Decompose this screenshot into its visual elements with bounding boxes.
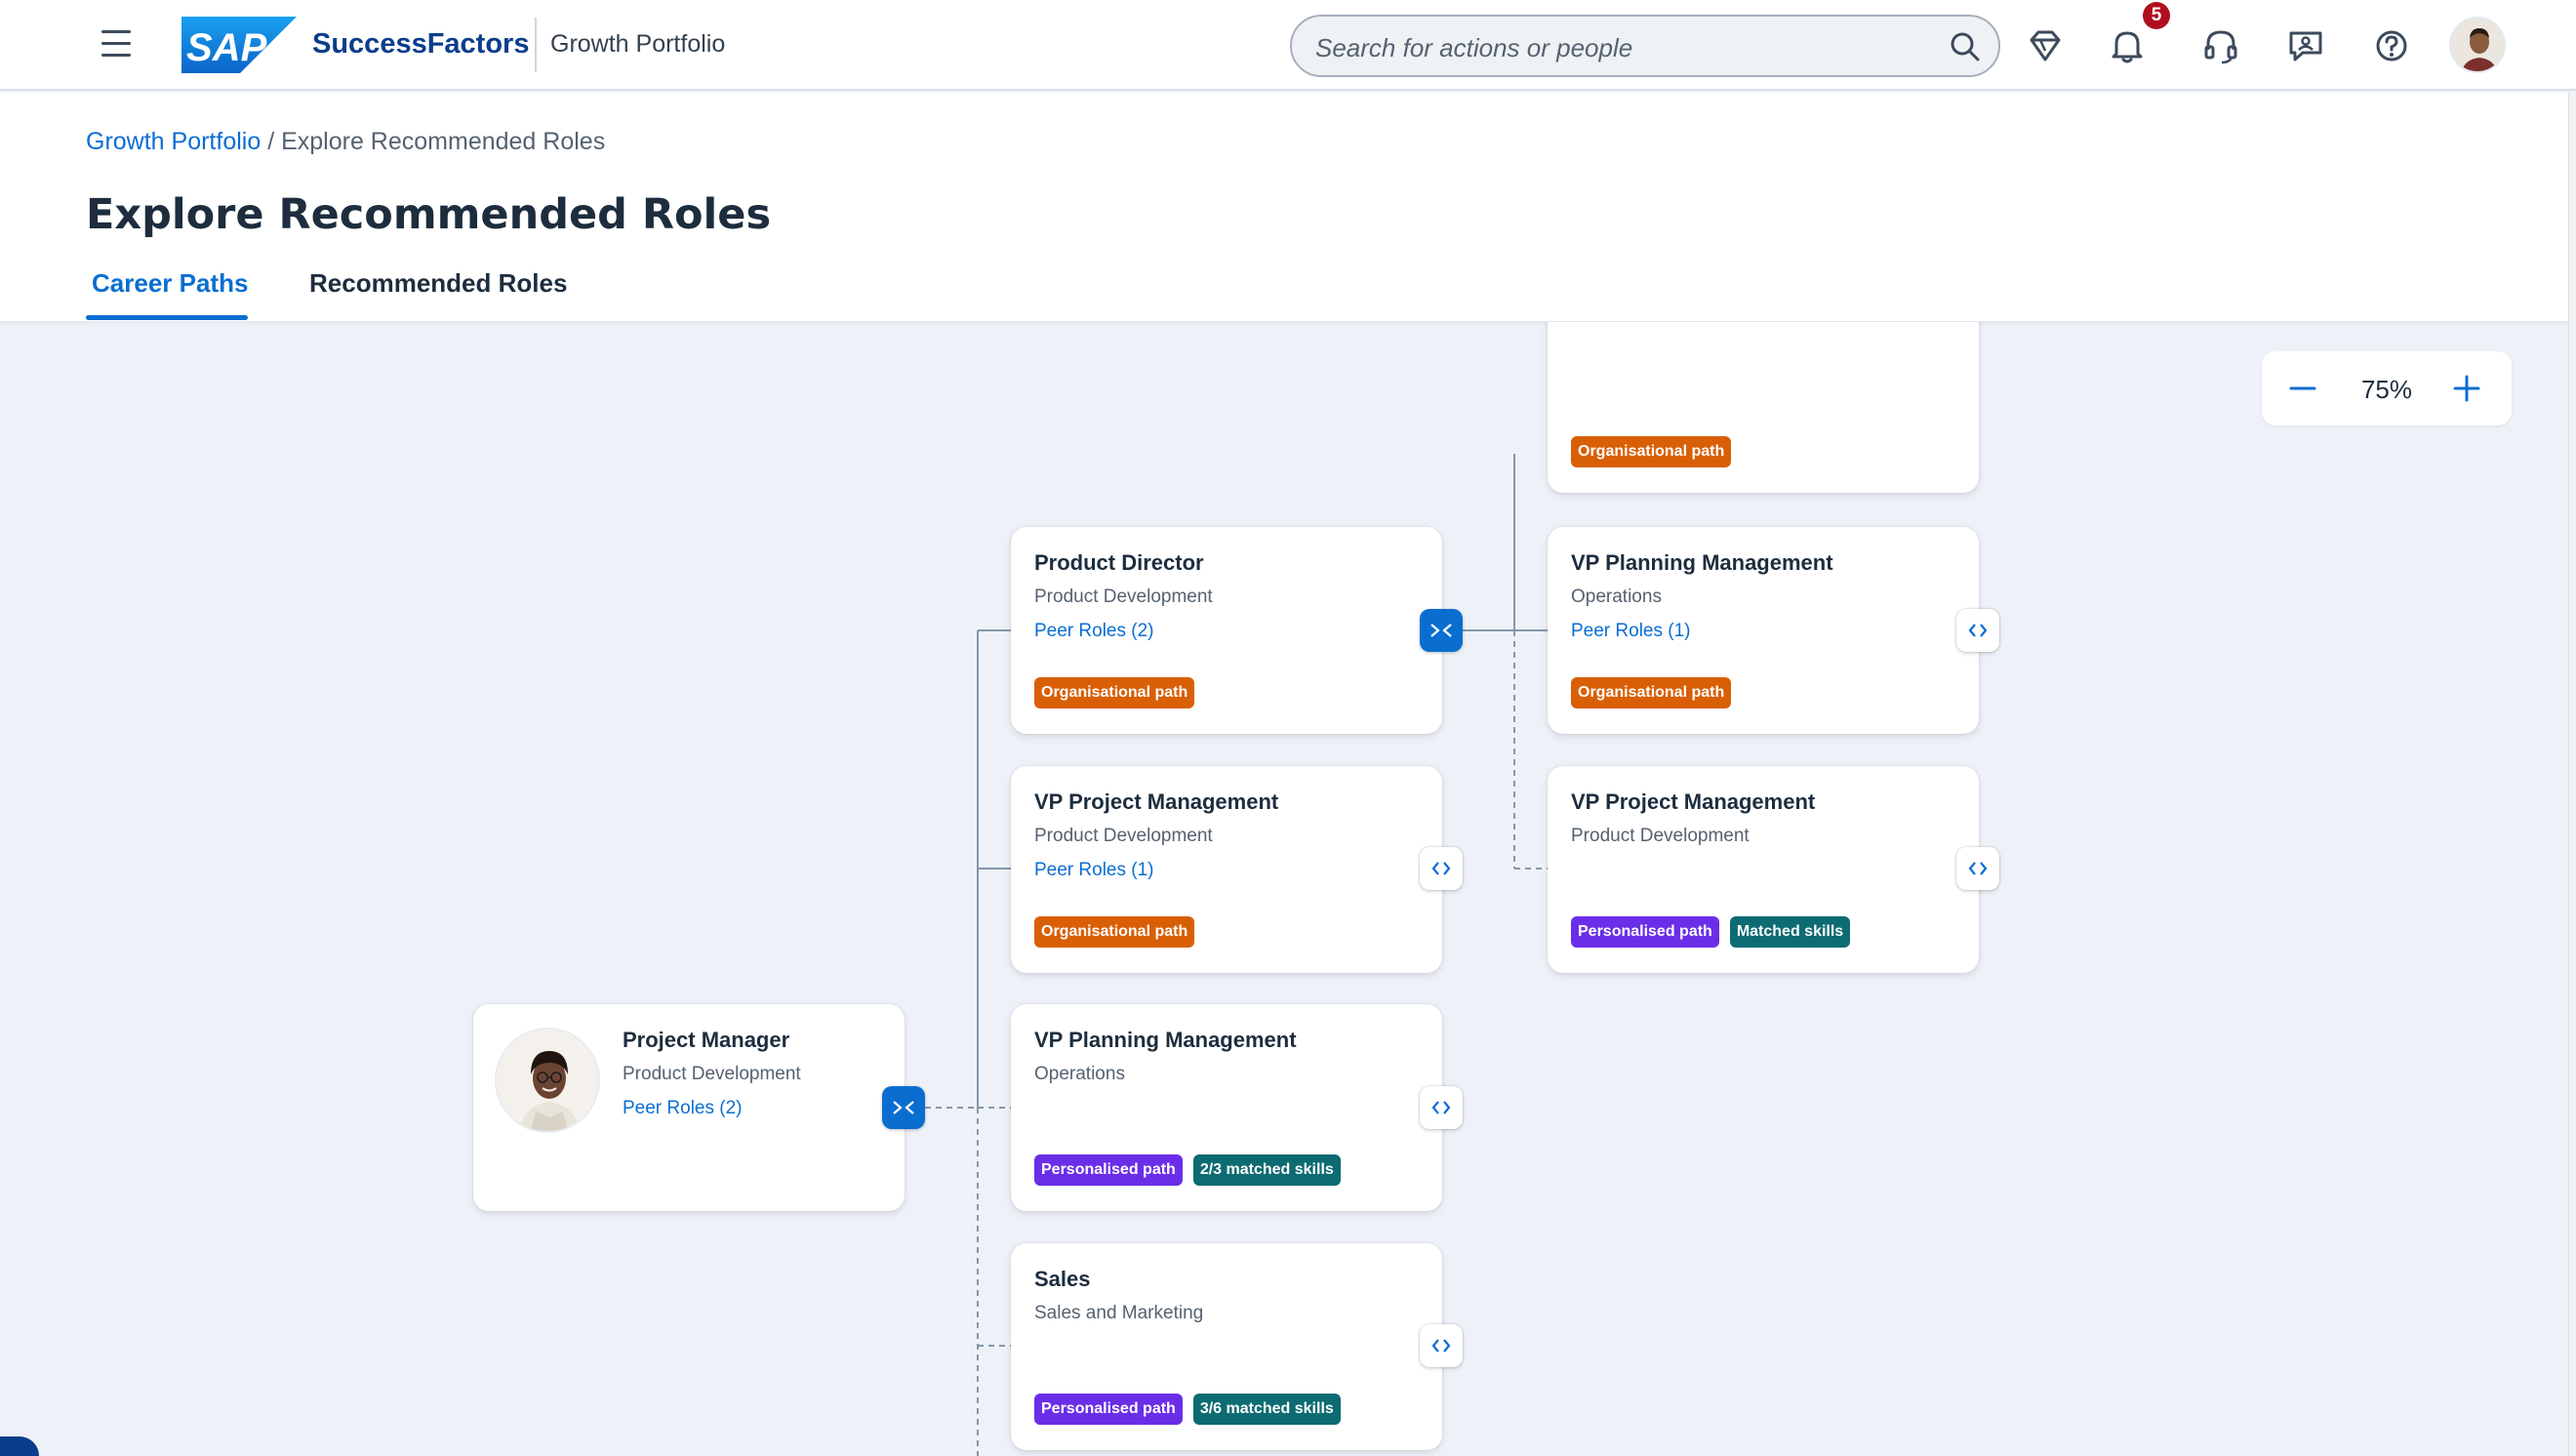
expand-node-button[interactable]	[1956, 847, 1999, 890]
role-card-vp-planning-management[interactable]: VP Planning Management Operations Person…	[1011, 1004, 1442, 1211]
sap-logo[interactable]: SAP	[181, 17, 297, 73]
role-title: Project Manager	[623, 1028, 790, 1052]
breadcrumb: Growth Portfolio / Explore Recommended R…	[86, 128, 605, 156]
avatar	[495, 1028, 600, 1133]
peer-roles-link[interactable]: Peer Roles (2)	[1034, 621, 1154, 642]
organisational-path-tag: Organisational path	[1034, 916, 1195, 948]
expand-arrows-icon	[1968, 862, 1988, 875]
zoom-level: 75%	[2360, 375, 2413, 404]
personalised-path-tag: Personalised path	[1034, 1154, 1183, 1186]
personalised-path-tag: Personalised path	[1034, 1394, 1183, 1425]
person-photo-icon	[497, 1030, 598, 1131]
matched-skills-tag: 2/3 matched skills	[1192, 1154, 1341, 1186]
role-title: VP Planning Management	[1571, 550, 1833, 575]
menu-icon[interactable]	[96, 30, 139, 63]
role-title: Product Director	[1034, 550, 1204, 575]
expand-arrows-icon	[1431, 862, 1451, 875]
expand-node-button[interactable]	[1420, 847, 1463, 890]
role-department: Product Development	[1571, 826, 1750, 846]
zoom-control: 75%	[2262, 351, 2512, 425]
vertical-scrollbar[interactable]	[2568, 93, 2576, 1456]
role-department: Product Development	[623, 1064, 801, 1084]
expand-node-button[interactable]	[1956, 609, 1999, 652]
bell-icon[interactable]	[2105, 23, 2150, 68]
user-avatar[interactable]	[2449, 17, 2506, 73]
role-department: Operations	[1034, 1064, 1125, 1084]
zoom-in-icon[interactable]	[2447, 369, 2486, 408]
app-title: Growth Portfolio	[550, 30, 726, 58]
diamond-icon[interactable]	[2023, 23, 2068, 68]
role-title: VP Planning Management	[1034, 1028, 1297, 1052]
peer-roles-link[interactable]: Peer Roles (1)	[1571, 621, 1691, 642]
role-title: VP Project Management	[1034, 789, 1279, 814]
role-card-sales[interactable]: Sales Sales and Marketing Personalised p…	[1011, 1243, 1442, 1450]
search-placeholder: Search for actions or people	[1315, 33, 1633, 62]
user-avatar-icon	[2451, 19, 2504, 71]
expand-arrows-icon	[1431, 1101, 1451, 1114]
zoom-out-icon[interactable]	[2283, 369, 2322, 408]
collapse-node-button[interactable]	[882, 1086, 925, 1129]
shell-divider	[535, 18, 537, 72]
matched-skills-tag: Matched skills	[1729, 916, 1851, 948]
chat-icon[interactable]	[2283, 23, 2328, 68]
role-card-vp-project-management[interactable]: VP Project Management Product Developmen…	[1011, 766, 1442, 973]
shell-bar: SAP SuccessFactors Growth Portfolio Sear…	[0, 0, 2576, 91]
organisational-path-tag: Organisational path	[1571, 677, 1732, 708]
expand-node-button[interactable]	[1420, 1324, 1463, 1367]
collapse-arrows-icon	[893, 1101, 914, 1114]
breadcrumb-link-growth-portfolio[interactable]: Growth Portfolio	[86, 128, 261, 155]
role-title: VP Project Management	[1571, 789, 1816, 814]
product-name: SuccessFactors	[312, 28, 530, 60]
role-card-partial[interactable]: Organisational path	[1548, 322, 1979, 493]
expand-arrows-icon	[1431, 1339, 1451, 1353]
peer-roles-link[interactable]: Peer Roles (2)	[623, 1098, 743, 1119]
search-input[interactable]: Search for actions or people	[1290, 15, 2000, 77]
peer-roles-link[interactable]: Peer Roles (1)	[1034, 860, 1154, 881]
role-department: Product Development	[1034, 586, 1213, 607]
page-title: Explore Recommended Roles	[86, 190, 772, 239]
help-icon[interactable]	[2369, 23, 2414, 68]
notification-badge: 5	[2143, 2, 2170, 29]
role-card-vp-planning-management-2[interactable]: VP Planning Management Operations Peer R…	[1548, 527, 1979, 734]
search-icon[interactable]	[1950, 31, 1981, 62]
expand-node-button[interactable]	[1420, 1086, 1463, 1129]
matched-skills-tag: 3/6 matched skills	[1192, 1394, 1341, 1425]
collapse-arrows-icon	[1430, 624, 1452, 637]
role-department: Sales and Marketing	[1034, 1303, 1204, 1323]
expand-arrows-icon	[1968, 624, 1988, 637]
svg-text:SAP: SAP	[186, 26, 267, 69]
role-card-project-manager[interactable]: Project Manager Product Development Peer…	[473, 1004, 905, 1211]
collapse-node-button[interactable]	[1420, 609, 1463, 652]
organisational-path-tag: Organisational path	[1034, 677, 1195, 708]
role-title: Sales	[1034, 1267, 1091, 1291]
tab-selected-indicator	[86, 315, 248, 320]
tab-recommended-roles[interactable]: Recommended Roles	[309, 268, 567, 299]
role-card-vp-project-management-2[interactable]: VP Project Management Product Developmen…	[1548, 766, 1979, 973]
personalised-path-tag: Personalised path	[1571, 916, 1719, 948]
role-department: Product Development	[1034, 826, 1213, 846]
page-header: Growth Portfolio / Explore Recommended R…	[0, 93, 2568, 321]
career-path-canvas[interactable]: Project Manager Product Development Peer…	[0, 322, 2568, 1456]
role-card-product-director[interactable]: Product Director Product Development Pee…	[1011, 527, 1442, 734]
headset-icon[interactable]	[2198, 23, 2243, 68]
organisational-path-tag: Organisational path	[1571, 436, 1732, 467]
breadcrumb-current: Explore Recommended Roles	[281, 128, 606, 155]
role-department: Operations	[1571, 586, 1662, 607]
breadcrumb-separator: /	[261, 128, 282, 155]
tab-career-paths[interactable]: Career Paths	[92, 268, 248, 299]
